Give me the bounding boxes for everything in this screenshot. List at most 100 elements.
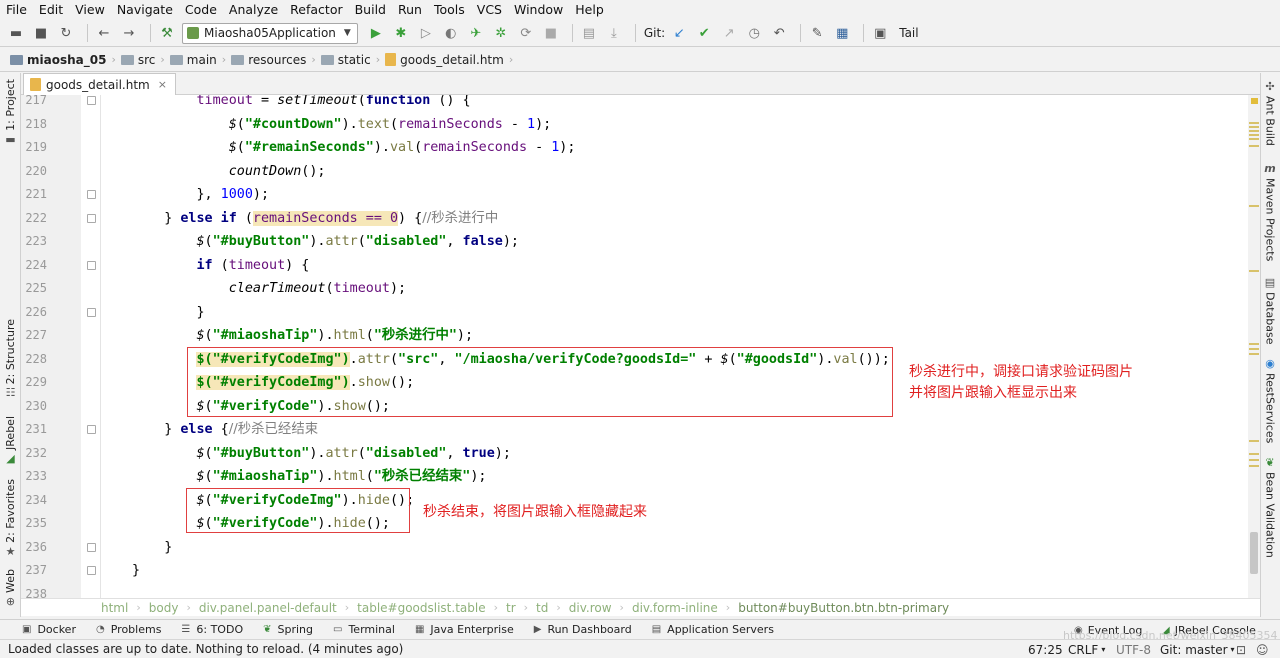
menu-edit[interactable]: Edit bbox=[33, 0, 69, 20]
code-line[interactable]: $("#buyButton").attr("disabled", false); bbox=[102, 230, 1248, 254]
git-revert-icon[interactable]: ↶ bbox=[769, 23, 789, 43]
editor-scrollbar[interactable] bbox=[1248, 95, 1260, 598]
run-configuration-select[interactable]: Miaosha05Application ▼ bbox=[182, 22, 358, 44]
close-icon[interactable]: × bbox=[158, 78, 167, 91]
breadcrumb-file[interactable]: goods_detail.htm bbox=[381, 53, 508, 67]
breadcrumb-main[interactable]: main bbox=[166, 53, 221, 67]
project-settings-icon[interactable]: ▦ bbox=[832, 23, 852, 43]
restservices-tool-tab[interactable]: ◉ RestServices bbox=[1260, 358, 1280, 444]
docker-tool-button[interactable]: ▣ Docker bbox=[22, 623, 76, 636]
file-encoding[interactable]: UTF-8 bbox=[1116, 640, 1151, 658]
structure-tool-tab[interactable]: 2: Structure ☷ bbox=[0, 319, 21, 399]
maven-tool-tab[interactable]: m Maven Projects bbox=[1260, 163, 1280, 262]
menu-tools[interactable]: Tools bbox=[428, 0, 471, 20]
code-line[interactable]: $("#countDown").text(remainSeconds - 1); bbox=[102, 113, 1248, 137]
code-line[interactable]: } else {//秒杀已经结束 bbox=[102, 418, 1248, 442]
git-compare-icon[interactable]: ↗ bbox=[719, 23, 739, 43]
menu-analyze[interactable]: Analyze bbox=[223, 0, 284, 20]
menu-vcs[interactable]: VCS bbox=[471, 0, 508, 20]
menu-window[interactable]: Window bbox=[508, 0, 569, 20]
project-tool-tab[interactable]: 1: Project ▬ bbox=[0, 79, 21, 146]
fold-toggle-icon[interactable] bbox=[87, 307, 96, 317]
fold-toggle-icon[interactable] bbox=[87, 213, 96, 223]
code-line[interactable]: $("#buyButton").attr("disabled", true); bbox=[102, 442, 1248, 466]
html-tag-crumb[interactable]: div.row bbox=[569, 601, 612, 615]
breadcrumb-src[interactable]: src bbox=[117, 53, 160, 67]
code-line[interactable]: } bbox=[102, 536, 1248, 560]
stop-icon[interactable]: ■ bbox=[541, 23, 561, 43]
bean-validation-tool-tab[interactable]: ❦ Bean Validation bbox=[1260, 457, 1280, 558]
favorites-tool-tab[interactable]: 2: Favorites ★ bbox=[0, 479, 21, 558]
run-coverage-icon[interactable]: ▷ bbox=[416, 23, 436, 43]
fold-toggle-icon[interactable] bbox=[87, 542, 96, 552]
jrebel-run-icon[interactable]: ✈ bbox=[466, 23, 486, 43]
code-line[interactable]: timeout = setTimeout(function () { bbox=[102, 95, 1248, 113]
code-line[interactable]: $("#remainSeconds").val(remainSeconds - … bbox=[102, 136, 1248, 160]
code-line[interactable] bbox=[102, 583, 1248, 599]
forward-arrow-icon[interactable]: → bbox=[119, 23, 139, 43]
inspector-icon[interactable]: ☺ bbox=[1256, 640, 1269, 658]
profile-icon[interactable]: ◐ bbox=[441, 23, 461, 43]
code-line[interactable]: }, 1000); bbox=[102, 183, 1248, 207]
menu-view[interactable]: View bbox=[69, 0, 111, 20]
ant-build-tool-tab[interactable]: ✣ Ant Build bbox=[1260, 81, 1280, 146]
html-tag-crumb[interactable]: td bbox=[536, 601, 548, 615]
fold-toggle-icon[interactable] bbox=[87, 566, 96, 575]
open-folder-icon[interactable]: ▬ bbox=[6, 23, 26, 43]
database-tool-tab[interactable]: ▤ Database bbox=[1260, 277, 1280, 345]
code-line[interactable]: if (timeout) { bbox=[102, 254, 1248, 278]
git-update-icon[interactable]: ↙ bbox=[669, 23, 689, 43]
line-separator[interactable]: CRLF ▾ bbox=[1068, 640, 1105, 658]
terminal-tool-button[interactable]: ▭ Terminal bbox=[333, 623, 395, 636]
update-running-icon[interactable]: ⟳ bbox=[516, 23, 536, 43]
fold-toggle-icon[interactable] bbox=[87, 425, 96, 434]
web-tool-tab[interactable]: Web ⊕ bbox=[0, 569, 21, 608]
code-editor[interactable]: 217 218 219 220 221 222 223 224 225 226 227 228 229 2… bbox=[21, 95, 1248, 598]
build-hammer-icon[interactable]: ⚒ bbox=[157, 23, 177, 43]
back-arrow-icon[interactable]: ← bbox=[94, 23, 114, 43]
menu-refactor[interactable]: Refactor bbox=[284, 0, 348, 20]
project-structure-icon[interactable]: ▤ bbox=[579, 23, 599, 43]
code-line[interactable]: clearTimeout(timeout); bbox=[102, 277, 1248, 301]
save-icon[interactable]: ■ bbox=[31, 23, 51, 43]
menu-help[interactable]: Help bbox=[569, 0, 610, 20]
code-line[interactable]: } bbox=[102, 559, 1248, 583]
html-tag-crumb[interactable]: div.form-inline bbox=[632, 601, 718, 615]
menu-file[interactable]: File bbox=[0, 0, 33, 20]
breadcrumb-project[interactable]: miaosha_05 bbox=[6, 53, 110, 67]
fold-toggle-icon[interactable] bbox=[87, 260, 96, 270]
menu-build[interactable]: Build bbox=[349, 0, 392, 20]
html-tag-crumb[interactable]: table#goodslist.table bbox=[357, 601, 485, 615]
code-line[interactable]: countDown(); bbox=[102, 160, 1248, 184]
html-tag-crumb[interactable]: button#buyButton.btn.btn-primary bbox=[738, 601, 949, 615]
tail-icon[interactable]: ▣ bbox=[870, 23, 890, 43]
git-history-icon[interactable]: ◷ bbox=[744, 23, 764, 43]
problems-tool-button[interactable]: ◔ Problems bbox=[96, 623, 161, 636]
todo-tool-button[interactable]: ☰ 6: TODO bbox=[181, 623, 243, 636]
tail-label[interactable]: Tail bbox=[899, 26, 918, 40]
jrebel-tool-tab[interactable]: JRebel ◢ bbox=[0, 416, 21, 465]
code-line[interactable]: } bbox=[102, 301, 1248, 325]
jrebel-debug-icon[interactable]: ✲ bbox=[491, 23, 511, 43]
fold-toggle-icon[interactable] bbox=[87, 96, 96, 105]
code-line[interactable]: } else if (remainSeconds == 0) {//秒杀进行中 bbox=[102, 207, 1248, 231]
html-tag-crumb[interactable]: tr bbox=[506, 601, 516, 615]
debug-bug-icon[interactable]: ✱ bbox=[391, 23, 411, 43]
spring-tool-button[interactable]: ❦ Spring bbox=[263, 623, 313, 636]
editor-file-tab[interactable]: goods_detail.htm × bbox=[23, 73, 176, 95]
lock-icon[interactable]: ⊡ bbox=[1236, 640, 1246, 658]
sync-icon[interactable]: ↻ bbox=[56, 23, 76, 43]
fold-toggle-icon[interactable] bbox=[87, 190, 96, 199]
breadcrumb-static[interactable]: static bbox=[317, 53, 375, 67]
code-line[interactable]: $("#miaoshaTip").html("秒杀进行中"); bbox=[102, 324, 1248, 348]
run-dashboard-tool-button[interactable]: ▶ Run Dashboard bbox=[534, 623, 632, 636]
sdk-download-icon[interactable]: ⤓ bbox=[604, 23, 624, 43]
caret-position[interactable]: 67:25 bbox=[1028, 640, 1063, 658]
menu-navigate[interactable]: Navigate bbox=[111, 0, 179, 20]
scrollbar-thumb[interactable] bbox=[1250, 532, 1258, 574]
java-enterprise-tool-button[interactable]: ▦ Java Enterprise bbox=[415, 623, 514, 636]
run-icon[interactable]: ▶ bbox=[366, 23, 386, 43]
breadcrumb-resources[interactable]: resources bbox=[227, 53, 310, 67]
settings-wrench-icon[interactable]: ✎ bbox=[807, 23, 827, 43]
git-branch[interactable]: Git: master ▾ bbox=[1160, 640, 1235, 658]
